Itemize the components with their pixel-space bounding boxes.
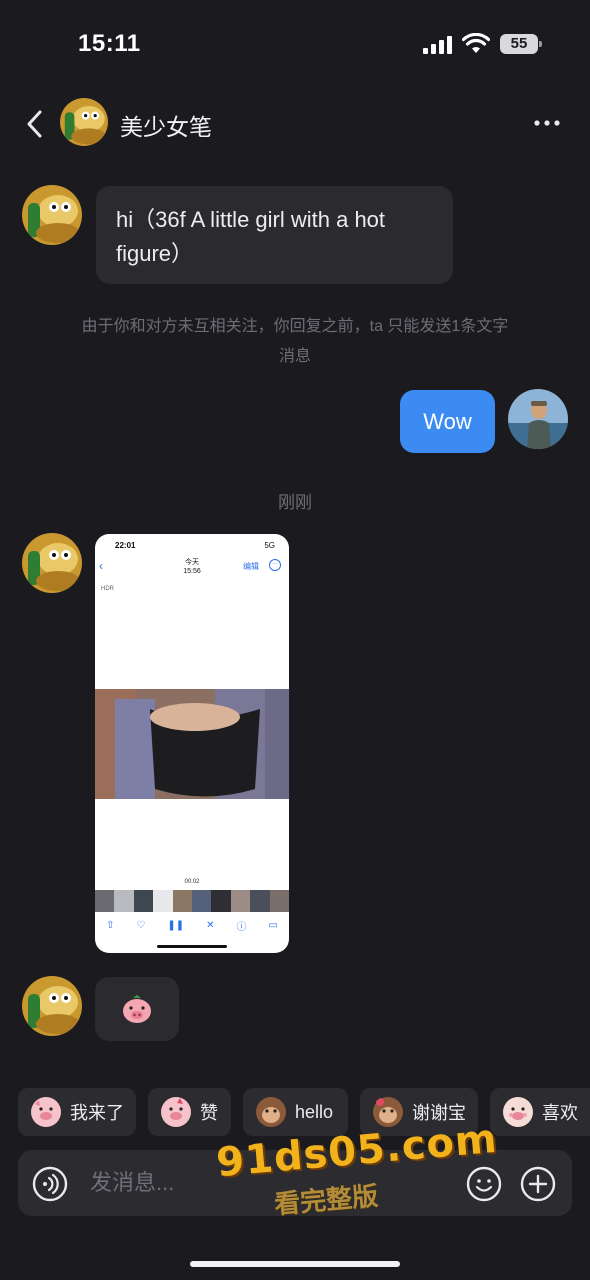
message-line: figure） bbox=[116, 241, 194, 266]
sticker-message[interactable] bbox=[95, 977, 179, 1041]
image-message[interactable]: 22:01 5G ‹ 今天 15:56 编辑 ··· HDR 00:02 ⇧ ♡… bbox=[95, 534, 289, 953]
status-time: 15:11 bbox=[78, 30, 141, 57]
quick-reply-label: 我来了 bbox=[70, 1103, 124, 1123]
pig-emoji-icon bbox=[31, 1097, 61, 1127]
quick-reply-label: hello bbox=[295, 1101, 334, 1122]
more-dots-icon: ··· bbox=[269, 559, 281, 571]
more-dots-icon bbox=[534, 120, 560, 126]
mute-icon: ✕ bbox=[206, 919, 215, 931]
back-button[interactable] bbox=[18, 104, 50, 144]
quick-reply-chip[interactable]: 喜欢 bbox=[490, 1088, 590, 1136]
pause-icon: ❚❚ bbox=[167, 919, 185, 931]
contact-avatar[interactable] bbox=[22, 185, 82, 245]
quick-reply-chip[interactable]: hello bbox=[243, 1088, 348, 1136]
video-duration: 00:02 bbox=[184, 879, 200, 885]
contact-avatar[interactable] bbox=[60, 98, 108, 146]
monkey-emoji-icon bbox=[256, 1097, 286, 1127]
hdr-badge: HDR bbox=[101, 586, 114, 592]
message-timestamp: 刚刚 bbox=[278, 493, 312, 512]
voice-icon[interactable] bbox=[32, 1166, 68, 1202]
screenshot-network: 5G bbox=[264, 541, 275, 550]
contact-avatar[interactable] bbox=[22, 976, 82, 1036]
screenshot-nav-title: 今天 bbox=[185, 559, 199, 566]
plus-icon[interactable] bbox=[520, 1166, 556, 1202]
more-button[interactable] bbox=[524, 108, 570, 138]
screenshot-toolbar: ⇧ ♡ ❚❚ ✕ ⓘ ▭ bbox=[95, 914, 289, 936]
pig-emoji-icon bbox=[161, 1097, 191, 1127]
screenshot-edit-label: 编辑 bbox=[243, 562, 259, 571]
photo-content bbox=[95, 689, 289, 799]
system-notice-line: 由于你和对方未互相关注，你回复之前，ta 只能发送1条文字 bbox=[81, 318, 509, 335]
heart-icon: ♡ bbox=[136, 919, 146, 931]
signal-icon bbox=[423, 36, 453, 54]
status-bar: 15:11 55 bbox=[0, 0, 590, 90]
emoji-icon[interactable] bbox=[466, 1166, 502, 1202]
system-notice: 由于你和对方未互相关注，你回复之前，ta 只能发送1条文字 消息 bbox=[40, 312, 550, 372]
battery-icon: 55 bbox=[500, 34, 542, 54]
quick-reply-label: 赞 bbox=[200, 1103, 218, 1123]
quick-reply-chip[interactable]: 我来了 bbox=[18, 1088, 136, 1136]
quick-reply-label: 谢谢宝 bbox=[412, 1103, 466, 1123]
wifi-icon bbox=[462, 33, 490, 53]
outgoing-message[interactable]: Wow bbox=[400, 390, 495, 453]
my-avatar[interactable] bbox=[508, 389, 568, 449]
share-icon: ⇧ bbox=[106, 919, 115, 931]
thumbnail-strip bbox=[95, 890, 289, 912]
monkey-emoji-icon bbox=[373, 1097, 403, 1127]
screenshot-nav-subtitle: 15:56 bbox=[183, 568, 201, 575]
quick-reply-chip[interactable]: 谢谢宝 bbox=[360, 1088, 478, 1136]
home-indicator[interactable] bbox=[190, 1261, 400, 1267]
chat-title: 美少女笔 bbox=[120, 114, 212, 140]
system-notice-line: 消息 bbox=[278, 348, 311, 365]
screenshot-nav: ‹ 今天 15:56 编辑 ··· bbox=[95, 556, 289, 578]
screenshot-home-indicator bbox=[157, 945, 227, 948]
info-icon: ⓘ bbox=[236, 921, 247, 933]
chat-header: 美少女笔 bbox=[0, 96, 590, 152]
chevron-left-icon bbox=[27, 110, 42, 138]
quick-reply-chip[interactable]: 赞 bbox=[148, 1088, 231, 1136]
quick-reply-bar: 我来了 赞 hello 谢谢宝 喜欢 bbox=[18, 1088, 590, 1136]
composer bbox=[18, 1150, 572, 1216]
trash-icon: ▭ bbox=[268, 919, 278, 931]
message-input[interactable] bbox=[90, 1164, 390, 1202]
screenshot-time: 22:01 bbox=[115, 541, 136, 550]
quick-reply-label: 喜欢 bbox=[542, 1103, 578, 1123]
contact-avatar[interactable] bbox=[22, 533, 82, 593]
pig-face-icon bbox=[123, 995, 151, 1023]
screenshot-status-bar: 22:01 5G bbox=[95, 534, 289, 556]
pig-emoji-icon bbox=[503, 1097, 533, 1127]
message-line: hi（36f A little girl with a hot bbox=[116, 207, 386, 232]
incoming-message[interactable]: hi（36f A little girl with a hot figure） bbox=[96, 186, 453, 284]
